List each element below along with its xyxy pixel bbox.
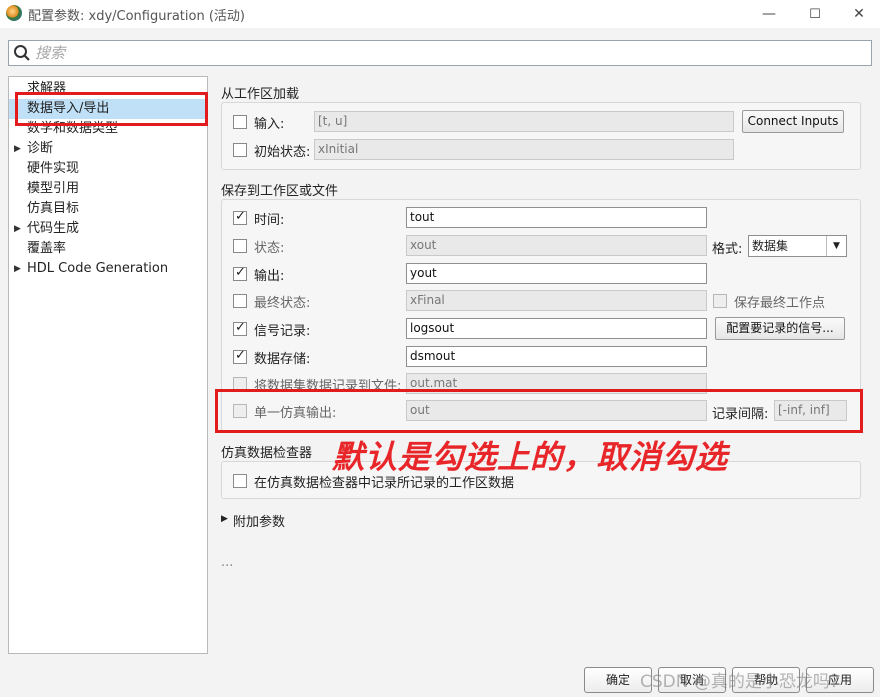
format-value: 数据集 (752, 239, 789, 253)
output-checkbox[interactable] (233, 265, 247, 281)
states-checkbox[interactable] (233, 239, 247, 253)
search-box (8, 40, 872, 66)
tree-item-hardware[interactable]: 硬件实现 (9, 159, 207, 179)
signal-logging-checkbox[interactable] (233, 320, 247, 336)
time-checkbox[interactable] (233, 209, 247, 225)
tree-item-label: HDL Code Generation (27, 261, 169, 276)
format-label: 格式: (712, 242, 743, 257)
annotation-text: 默认是勾选上的，取消勾选 (332, 438, 729, 476)
window-title: 配置参数: xdy/Configuration (活动) (28, 9, 245, 24)
highlight-box-tree (15, 92, 208, 126)
tree-item-label: 代码生成 (27, 221, 80, 236)
expand-arrow-icon[interactable]: ▶ (14, 219, 21, 239)
final-state-checkbox[interactable] (233, 294, 247, 308)
input-field[interactable]: [t, u] (314, 111, 734, 132)
connect-inputs-button[interactable]: Connect Inputs (742, 110, 844, 133)
tree-item-label: 覆盖率 (27, 241, 67, 256)
search-input[interactable] (35, 42, 855, 64)
chevron-down-icon: ▼ (826, 236, 846, 256)
tree-item-hdl-code-generation[interactable]: ▶ HDL Code Generation (9, 259, 207, 279)
additional-params-label[interactable]: 附加参数 (233, 511, 285, 530)
minimize-button[interactable]: — (746, 0, 792, 28)
signal-logging-field[interactable]: logsout (406, 318, 707, 339)
tree-item-label: 仿真目标 (27, 201, 80, 216)
output-label: 输出: (254, 269, 285, 284)
inspector-section-title: 仿真数据检查器 (221, 446, 313, 461)
record-inspector-checkbox[interactable] (233, 474, 247, 488)
category-tree: 求解器 数据导入/导出 数学和数据类型 ▶ 诊断 硬件实现 模型引用 仿真目标 ▶… (8, 76, 208, 654)
time-label: 时间: (254, 213, 285, 228)
save-section-title: 保存到工作区或文件 (221, 184, 339, 199)
expand-arrow-icon[interactable]: ▶ (14, 139, 21, 159)
additional-params-arrow-icon[interactable]: ▶ (221, 514, 228, 524)
tree-item-coverage[interactable]: 覆盖率 (9, 239, 207, 259)
tree-item-sim-target[interactable]: 仿真目标 (9, 199, 207, 219)
load-section-title: 从工作区加载 (221, 87, 300, 102)
save-final-op-label: 保存最终工作点 (734, 296, 826, 311)
time-field[interactable]: tout (406, 207, 707, 228)
output-field[interactable]: yout (406, 263, 707, 284)
search-icon (14, 45, 30, 61)
watermark-text: CSDN @真的是小恐龙吗？ (640, 672, 847, 692)
tree-item-model-reference[interactable]: 模型引用 (9, 179, 207, 199)
data-stores-checkbox[interactable] (233, 348, 247, 364)
tree-item-label: 模型引用 (27, 181, 80, 196)
expand-arrow-icon[interactable]: ▶ (14, 259, 21, 279)
highlight-box-single-output (215, 389, 863, 433)
simulink-app-icon (6, 5, 22, 21)
states-field[interactable]: xout (406, 235, 707, 256)
final-state-field[interactable]: xFinal (406, 290, 707, 311)
tree-item-label: 硬件实现 (27, 161, 80, 176)
signal-logging-label: 信号记录: (254, 324, 311, 339)
initial-state-checkbox[interactable] (233, 143, 247, 157)
tree-item-code-generation[interactable]: ▶ 代码生成 (9, 219, 207, 239)
ellipsis-text: ... (221, 555, 234, 570)
close-button[interactable]: ✕ (836, 0, 880, 28)
states-label: 状态: (254, 241, 285, 256)
initial-state-label: 初始状态: (254, 145, 311, 160)
final-state-label: 最终状态: (254, 296, 311, 311)
input-label: 输入: (254, 117, 285, 132)
tree-item-label: 诊断 (27, 141, 54, 156)
initial-state-field[interactable]: xInitial (314, 139, 734, 160)
maximize-button[interactable]: ☐ (792, 0, 838, 28)
data-stores-field[interactable]: dsmout (406, 346, 707, 367)
save-final-op-checkbox[interactable] (713, 294, 727, 308)
title-bar: 配置参数: xdy/Configuration (活动) — ☐ ✕ (0, 0, 880, 28)
data-stores-label: 数据存储: (254, 352, 311, 367)
tree-item-diagnostics[interactable]: ▶ 诊断 (9, 139, 207, 159)
configure-signals-button[interactable]: 配置要记录的信号... (715, 317, 845, 340)
input-checkbox[interactable] (233, 115, 247, 129)
format-select[interactable]: 数据集 ▼ (748, 235, 847, 257)
